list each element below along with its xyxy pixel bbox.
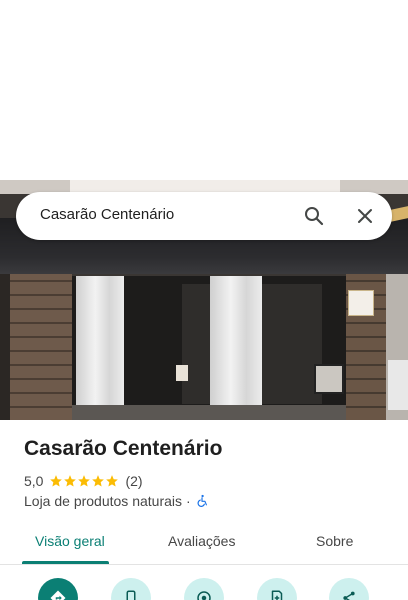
top-blank-area	[0, 0, 408, 180]
save-button[interactable]	[257, 578, 297, 600]
search-icon[interactable]	[302, 204, 326, 228]
brick-column-left	[10, 274, 72, 420]
category-row: Loja de produtos naturais ·	[24, 493, 209, 509]
explore-icon	[197, 591, 211, 600]
star-rating	[49, 474, 119, 488]
star-icon	[50, 475, 63, 487]
light-fixture	[388, 360, 408, 410]
action-buttons	[0, 578, 408, 600]
rating-row[interactable]: 5,0 (2)	[24, 473, 143, 489]
curtain-left	[76, 276, 124, 420]
share-icon	[343, 591, 355, 600]
share-button[interactable]	[329, 578, 369, 600]
call-button[interactable]	[111, 578, 151, 600]
rating-value: 5,0	[24, 473, 44, 489]
tab-about[interactable]: Sobre	[316, 533, 353, 549]
wall-left	[0, 274, 10, 420]
directions-button[interactable]	[38, 578, 78, 600]
shop-floor	[72, 405, 346, 420]
directions-icon	[50, 590, 66, 600]
place-tabs: Visão geral Avaliações Sobre	[0, 520, 408, 565]
phone-icon	[126, 590, 136, 600]
window-notice	[314, 364, 344, 394]
separator-dot: ·	[186, 493, 191, 509]
active-tab-indicator	[22, 561, 109, 564]
storefront-sign-panel	[70, 180, 340, 192]
save-icon	[271, 590, 283, 600]
place-category: Loja de produtos naturais	[24, 493, 182, 509]
curtain-right	[210, 276, 262, 420]
wheelchair-icon	[197, 494, 207, 507]
review-count[interactable]: (2)	[125, 473, 142, 489]
tab-reviews[interactable]: Avaliações	[168, 533, 235, 549]
star-icon	[64, 475, 77, 487]
star-icon	[92, 475, 105, 487]
search-bar[interactable]: Casarão Centenário	[16, 192, 392, 240]
window-sticker	[176, 365, 188, 381]
tab-overview[interactable]: Visão geral	[35, 533, 105, 549]
search-query-text[interactable]: Casarão Centenário	[40, 206, 174, 223]
explore-button[interactable]	[184, 578, 224, 600]
place-title: Casarão Centenário	[24, 437, 223, 460]
star-icon	[106, 475, 119, 487]
star-icon	[78, 475, 91, 487]
wall-poster	[348, 290, 374, 316]
close-icon[interactable]	[353, 204, 377, 228]
